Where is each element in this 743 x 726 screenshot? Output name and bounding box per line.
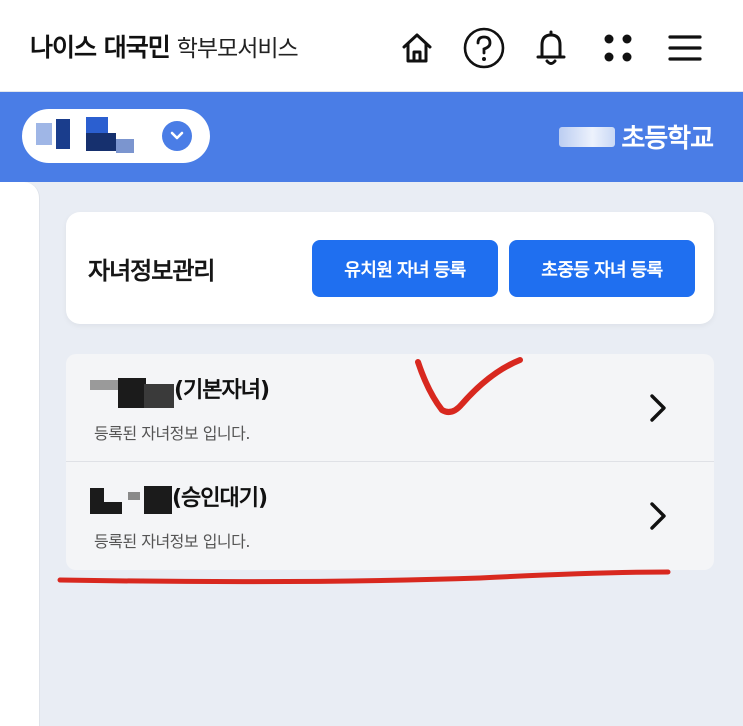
censored-name-block [90, 380, 120, 390]
brand-main-text: 나이스 대국민 [30, 32, 171, 62]
brand-sub-text: 학부모서비스 [176, 35, 299, 62]
censored-name-block [144, 486, 172, 514]
school-bar: 초등학교 [0, 92, 743, 182]
apps-icon[interactable] [596, 26, 640, 70]
censored-name-block [56, 119, 70, 149]
child-subtitle: 등록된 자녀정보 입니다. [94, 532, 250, 551]
home-icon[interactable] [395, 26, 439, 70]
child-list-item[interactable]: (기본자녀) 등록된 자녀정보 입니다. [66, 354, 714, 462]
censored-name-block [90, 488, 104, 514]
section-title: 자녀정보관리 [88, 256, 215, 285]
child-selector[interactable] [22, 109, 210, 163]
header-icon-group [395, 26, 707, 70]
chevron-right-icon[interactable] [646, 498, 670, 534]
child-name: (기본자녀) [174, 378, 270, 403]
child-list: (기본자녀) 등록된 자녀정보 입니다. (승인대기) 등록된 자녀정보 입니다… [66, 354, 714, 570]
register-kindergarten-child-button[interactable]: 유치원 자녀 등록 [312, 240, 498, 297]
help-icon[interactable] [462, 26, 506, 70]
censored-name-block [118, 378, 146, 408]
chevron-down-icon[interactable] [162, 121, 192, 151]
censored-name-block [144, 384, 174, 408]
censored-name-block [128, 492, 140, 500]
school-label: 초등학교 [559, 118, 714, 155]
child-list-item[interactable]: (승인대기) 등록된 자녀정보 입니다. [66, 462, 714, 570]
child-subtitle: 등록된 자녀정보 입니다. [94, 424, 250, 443]
main-content: 자녀정보관리 유치원 자녀 등록 초중등 자녀 등록 (기본자녀) 등록된 자녀… [0, 182, 743, 726]
censored-school-block [559, 126, 616, 147]
censored-name-block [86, 133, 116, 151]
school-name: 초등학교 [621, 124, 714, 154]
censored-name-block [36, 123, 52, 145]
censored-name-block [104, 502, 122, 514]
censored-name-block [116, 139, 134, 153]
menu-icon[interactable] [663, 26, 707, 70]
chevron-right-icon[interactable] [646, 390, 670, 426]
child-manage-card: 자녀정보관리 유치원 자녀 등록 초중등 자녀 등록 [66, 212, 714, 324]
brand-logo[interactable]: 나이스 대국민 학부모서비스 [30, 28, 299, 64]
side-panel [0, 182, 40, 726]
top-header: 나이스 대국민 학부모서비스 [0, 0, 743, 92]
register-school-child-button[interactable]: 초중등 자녀 등록 [509, 240, 695, 297]
bell-icon[interactable] [529, 26, 573, 70]
child-name: (승인대기) [172, 486, 268, 511]
